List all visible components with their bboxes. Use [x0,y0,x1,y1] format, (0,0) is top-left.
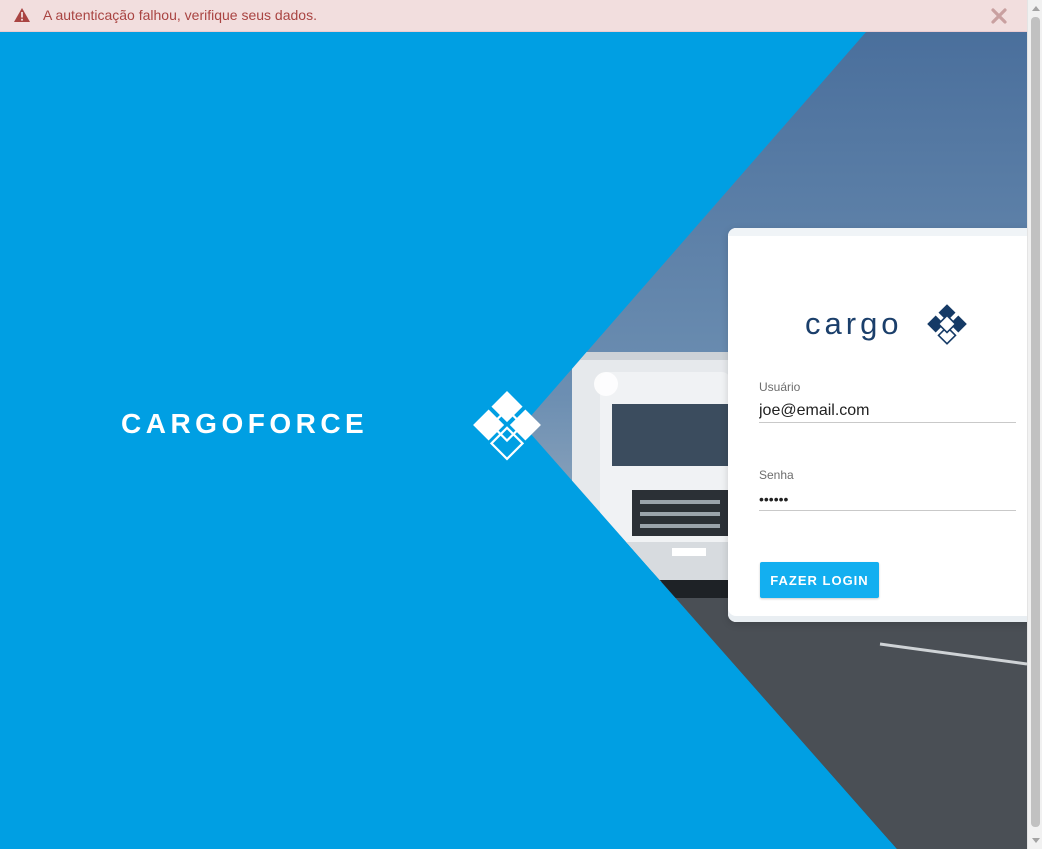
password-label: Senha [759,468,794,482]
alert-message: A autenticação falhou, verifique seus da… [43,7,317,23]
scrollbar-thumb[interactable] [1031,17,1040,827]
login-button[interactable]: FAZER LOGIN [760,562,879,598]
username-label: Usuário [759,380,801,394]
login-card: cargo Usuário Senha FAZER LOGIN [728,228,1027,622]
username-input[interactable] [759,400,1016,423]
scroll-up-icon[interactable] [1032,6,1040,11]
brand-title: CARGOFORCE [121,408,369,439]
cargo-logo: cargo [805,304,967,345]
cargoforce-logo-mark [473,391,541,461]
error-alert: A autenticação falhou, verifique seus da… [0,0,1027,32]
scroll-down-icon[interactable] [1032,838,1040,843]
logo-text: cargo [805,306,903,341]
warning-icon [14,8,30,22]
login-page: CARGOFORCE cargo Usuário joe@email.com S… [0,32,1027,849]
password-field: Senha [759,468,1016,511]
password-input[interactable] [759,488,1016,511]
close-icon[interactable] [990,7,1008,25]
username-field: Usuário [759,380,1016,423]
card-top-edge [728,228,1027,236]
page-scrollbar[interactable] [1027,0,1042,849]
